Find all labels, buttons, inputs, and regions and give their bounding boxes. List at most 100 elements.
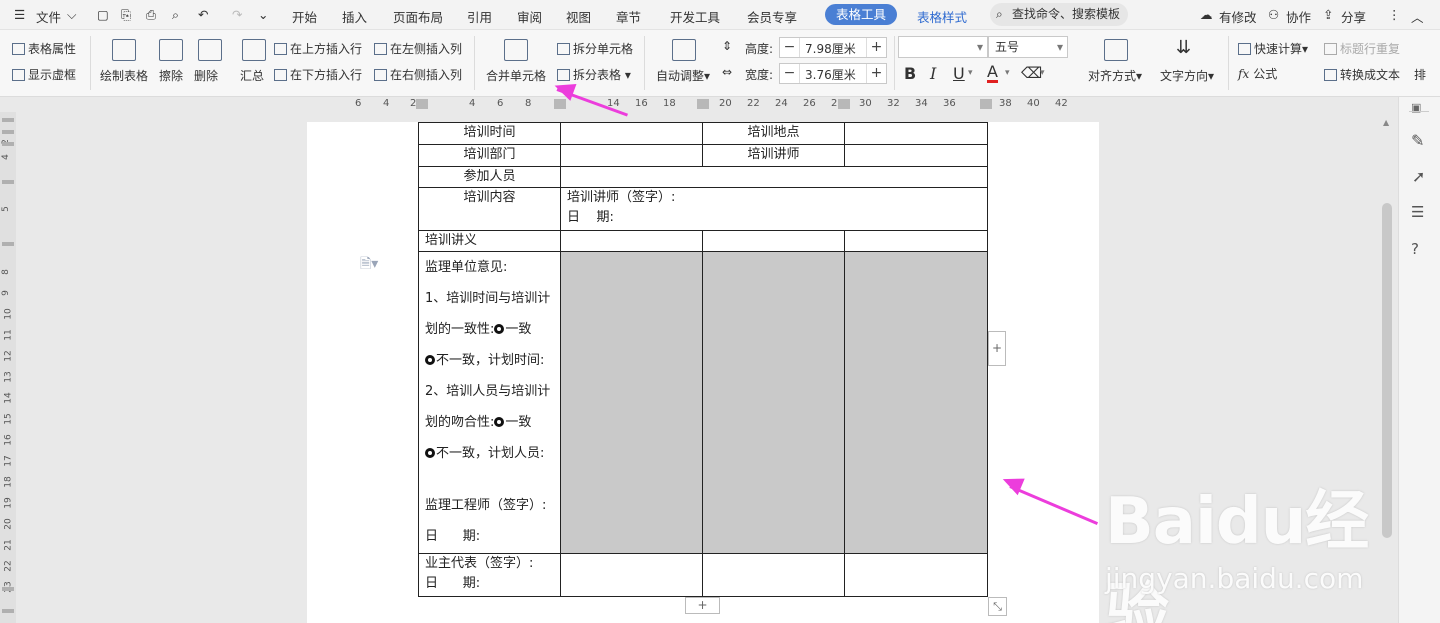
height-spinner[interactable]: − 7.98厘米 + xyxy=(779,37,887,58)
radio-icon[interactable] xyxy=(425,355,435,365)
dropdown-arrow-icon[interactable]: ▾ xyxy=(1005,68,1010,78)
table-cell[interactable]: 培训讲师（签字）: 日 期: xyxy=(560,187,988,231)
document-icon[interactable]: 🗎▾ xyxy=(360,253,378,277)
erase-button[interactable]: 擦除 xyxy=(159,67,183,84)
table-cell[interactable]: 培训讲义 xyxy=(418,230,561,252)
collapse-ribbon-icon[interactable]: ︿ xyxy=(1411,7,1424,26)
insert-above-button[interactable]: 在上方插入行 xyxy=(274,40,362,57)
tab-insert[interactable]: 插入 xyxy=(342,7,367,26)
ruler-row-marker[interactable] xyxy=(2,242,14,246)
summary-button[interactable]: 汇总 xyxy=(240,67,264,84)
font-size-select[interactable]: 五号 ▾ xyxy=(988,36,1068,58)
vertical-ruler[interactable]: 245891011121314151617181920212223 xyxy=(0,112,16,623)
tab-page-layout[interactable]: 页面布局 xyxy=(393,7,443,26)
radio-icon[interactable] xyxy=(494,324,505,334)
dropdown-arrow-icon[interactable]: ▾ xyxy=(1040,68,1045,78)
settings-sliders-icon[interactable]: ☰ xyxy=(1411,203,1424,221)
table-cell[interactable]: 培训时间 xyxy=(418,122,561,145)
table-cell[interactable] xyxy=(560,230,703,252)
table-cell[interactable]: 培训内容 xyxy=(418,187,561,231)
tab-table-style[interactable]: 表格样式 xyxy=(917,7,967,26)
ruler-column-marker[interactable] xyxy=(838,99,850,109)
more-icon[interactable]: ⌄ xyxy=(258,7,268,22)
formula-button[interactable]: fx 公式 xyxy=(1238,65,1277,82)
auto-fit-button[interactable]: 自动调整▾ xyxy=(656,67,710,84)
table-cell[interactable]: 培训部门 xyxy=(418,144,561,167)
ruler-row-marker[interactable] xyxy=(2,609,14,613)
italic-icon[interactable]: I xyxy=(930,64,936,83)
print-preview-icon[interactable]: ⌕ xyxy=(172,7,179,23)
insert-below-button[interactable]: 在下方插入行 xyxy=(274,66,362,83)
tab-chapter[interactable]: 章节 xyxy=(616,7,641,26)
text-direction-button[interactable]: 文字方向▾ xyxy=(1160,67,1214,84)
insert-left-button[interactable]: 在左侧插入列 xyxy=(374,40,462,57)
select-cursor-icon[interactable]: ➚ xyxy=(1412,167,1425,186)
table-cell[interactable]: 培训讲师 xyxy=(702,144,845,167)
ruler-row-marker[interactable] xyxy=(2,180,14,184)
add-row-button[interactable]: + xyxy=(685,597,720,614)
selected-cell[interactable] xyxy=(844,251,988,554)
radio-icon[interactable] xyxy=(494,417,505,427)
resize-table-icon[interactable]: ⤡ xyxy=(988,597,1007,616)
table-cell[interactable] xyxy=(844,553,988,597)
dropdown-arrow-icon[interactable]: ▾ xyxy=(968,68,973,78)
plus-icon[interactable]: + xyxy=(866,64,886,83)
panel-toggle-icon[interactable]: ▣ xyxy=(1411,101,1421,114)
merge-cells-button[interactable]: 合并单元格 xyxy=(486,67,546,84)
align-button[interactable]: 对齐方式▾ xyxy=(1088,67,1142,84)
width-spinner[interactable]: − 3.76厘米 + xyxy=(779,63,887,84)
split-cells-button[interactable]: 拆分单元格 xyxy=(557,40,633,57)
add-column-button[interactable]: + xyxy=(988,331,1006,366)
file-menu[interactable]: 文件 xyxy=(36,7,61,26)
font-name-select[interactable]: ▾ xyxy=(898,36,988,58)
scroll-up-icon[interactable]: ▲ xyxy=(1383,118,1389,127)
edit-icon[interactable]: ✎ xyxy=(1411,131,1424,150)
table-cell[interactable] xyxy=(560,122,703,145)
table-cell[interactable]: 参加人员 xyxy=(418,166,561,188)
search-box[interactable]: ⌕ 查找命令、搜索模板 xyxy=(990,3,1128,26)
ruler-column-marker[interactable] xyxy=(416,99,428,109)
modified-status[interactable]: 有修改 xyxy=(1219,7,1257,26)
ruler-row-marker[interactable] xyxy=(2,118,14,122)
table-props-button[interactable]: 表格属性 xyxy=(12,40,76,57)
chevron-down-icon[interactable]: ⌵ xyxy=(67,7,76,23)
ruler-row-marker[interactable] xyxy=(2,130,14,134)
redo-icon[interactable]: ↷ xyxy=(232,7,242,22)
ruler-row-marker[interactable] xyxy=(2,142,14,146)
underline-icon[interactable]: U xyxy=(953,64,965,83)
font-color-icon[interactable]: A xyxy=(987,64,998,83)
table-cell[interactable]: 培训地点 xyxy=(702,122,845,145)
more-vert-icon[interactable]: ⋮ xyxy=(1388,7,1401,22)
table-cell[interactable] xyxy=(560,553,703,597)
table-cell[interactable] xyxy=(702,553,845,597)
share-button[interactable]: 分享 xyxy=(1341,7,1366,26)
table-cell[interactable] xyxy=(844,122,988,145)
repeat-header-button[interactable]: 标题行重复 xyxy=(1324,40,1400,57)
selected-cell[interactable] xyxy=(560,251,703,554)
tab-view[interactable]: 视图 xyxy=(566,7,591,26)
delete-button[interactable]: 删除 xyxy=(194,67,218,84)
tab-review[interactable]: 审阅 xyxy=(517,7,542,26)
horizontal-ruler[interactable]: 642468141618202224262830323436384042 xyxy=(0,97,1398,112)
hamburger-icon[interactable]: ☰ xyxy=(14,7,25,22)
table-cell[interactable] xyxy=(844,230,988,252)
undo-icon[interactable]: ↶ xyxy=(198,7,208,22)
ruler-column-marker[interactable] xyxy=(554,99,566,109)
plus-icon[interactable]: + xyxy=(866,38,886,57)
ruler-row-marker[interactable] xyxy=(2,587,14,591)
insert-right-button[interactable]: 在右侧插入列 xyxy=(374,66,462,83)
collab-button[interactable]: 协作 xyxy=(1286,7,1311,26)
convert-text-button[interactable]: 转换成文本 xyxy=(1324,66,1400,83)
share-doc-icon[interactable]: ⎘ xyxy=(121,7,131,23)
table-cell[interactable] xyxy=(844,144,988,167)
tab-start[interactable]: 开始 xyxy=(292,7,317,26)
training-record-table[interactable]: 培训时间 培训地点 培训部门 培训讲师 参加人员 培训内容 培训讲师（签字）: … xyxy=(418,122,988,597)
table-cell[interactable]: 业主代表（签字）: 日 期: xyxy=(418,553,561,597)
print-icon[interactable]: ⎙ xyxy=(146,7,156,23)
supervisor-opinion-cell[interactable]: 监理单位意见: 1、培训时间与培训计 划的一致性: 一致 不一致，计划时间: 2、… xyxy=(418,251,561,554)
help-icon[interactable]: ? xyxy=(1411,240,1419,258)
ruler-column-marker[interactable] xyxy=(980,99,992,109)
tab-member[interactable]: 会员专享 xyxy=(747,7,797,26)
selected-cell[interactable] xyxy=(702,251,845,554)
sort-button[interactable]: 排 xyxy=(1414,66,1426,83)
